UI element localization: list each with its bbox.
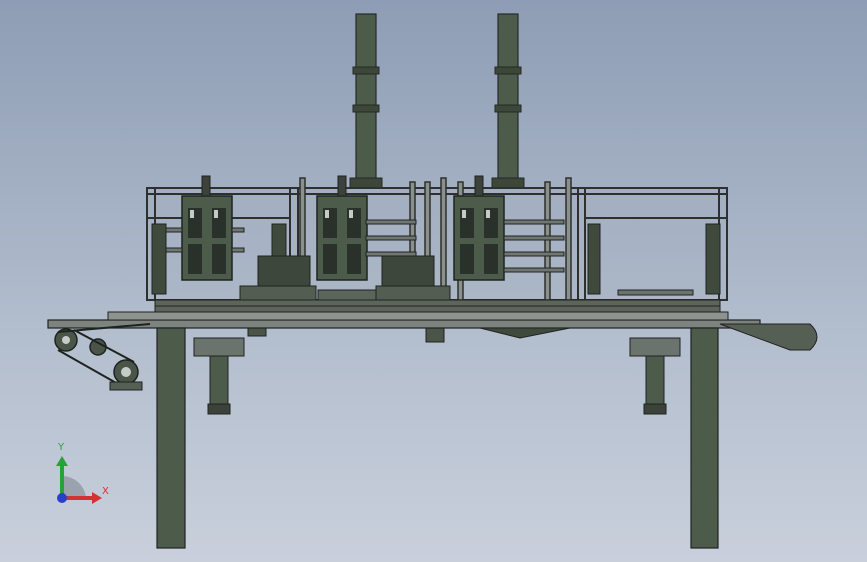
left-exhaust-pipe [349, 13, 383, 189]
cad-viewport[interactable]: Y X [0, 0, 867, 562]
machine-model[interactable] [0, 0, 867, 562]
axis-triad[interactable] [56, 456, 102, 504]
lift-cylinder-left [193, 337, 245, 415]
x-axis-label: X [102, 486, 109, 497]
z-axis-dot [57, 493, 67, 503]
lift-cylinder-right [629, 337, 681, 415]
y-axis-label: Y [58, 442, 65, 453]
x-axis-arrowhead [92, 492, 102, 504]
main-frame [146, 187, 728, 301]
right-exhaust-pipe [491, 13, 525, 189]
y-axis-arrowhead [56, 456, 68, 466]
support-legs [156, 327, 719, 549]
belt-drive [54, 323, 151, 391]
